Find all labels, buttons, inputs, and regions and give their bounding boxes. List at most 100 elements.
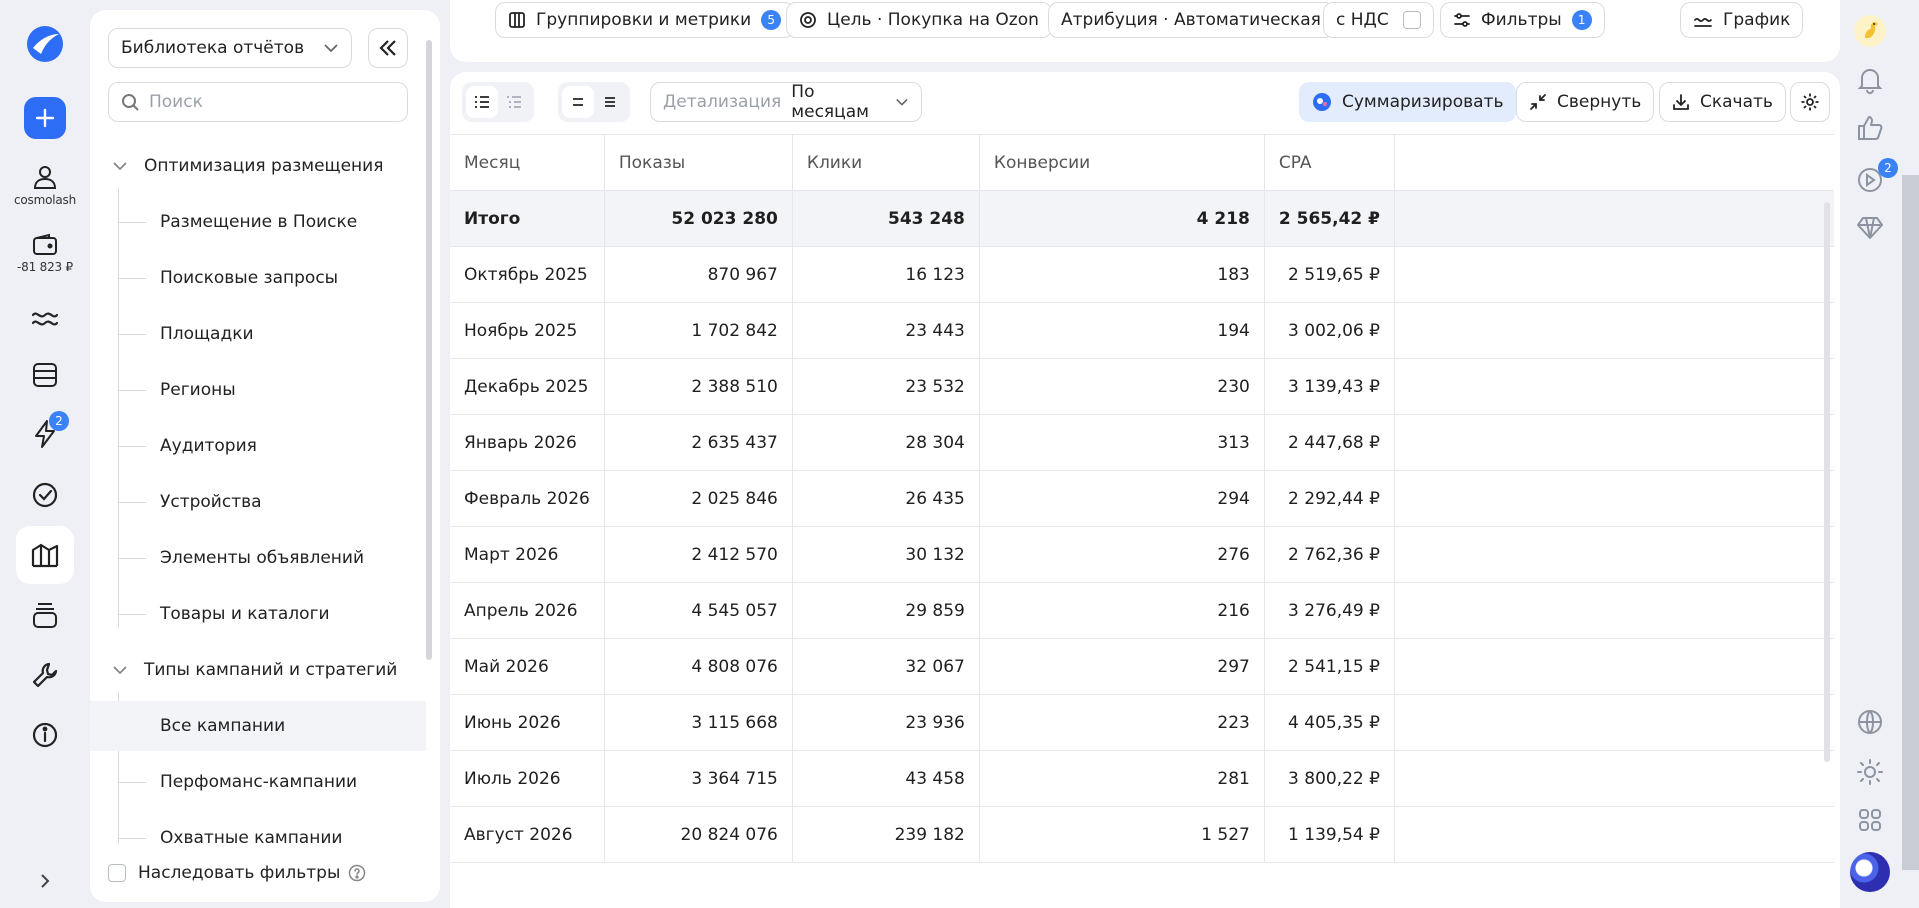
table-row[interactable]: Июнь 2026 3 115 668 23 936 223 4 405,35 ₽ <box>450 694 1835 751</box>
detail-label: Детализация <box>663 92 782 112</box>
apps-button[interactable] <box>1840 808 1900 832</box>
language-button[interactable] <box>1840 708 1900 736</box>
density-normal-button[interactable] <box>594 86 626 118</box>
table-row[interactable]: Июль 2026 3 364 715 43 458 281 3 800,22 ₽ <box>450 750 1835 807</box>
filters-button[interactable]: Фильтры 1 <box>1440 2 1605 38</box>
expand-rail[interactable] <box>0 866 90 896</box>
cell-impressions: 2 025 846 <box>604 470 793 527</box>
report-table-card: Детализация По месяцам Суммаризировать С… <box>450 72 1840 908</box>
nav-tools[interactable] <box>0 658 90 692</box>
vat-toggle[interactable]: с НДС <box>1323 2 1434 38</box>
table-row[interactable]: Январь 2026 2 635 437 28 304 313 2 447,68 ₽ <box>450 414 1835 471</box>
feedback-button[interactable] <box>1840 114 1900 142</box>
summarize-button[interactable]: Суммаризировать <box>1299 82 1517 122</box>
cell-conversions: 183 <box>979 246 1265 303</box>
cell-conversions: 4 218 <box>979 190 1265 247</box>
premium-button[interactable] <box>1840 216 1900 240</box>
nav-library[interactable] <box>0 598 90 632</box>
nav-campaigns[interactable] <box>0 358 90 392</box>
view-mode-toggle <box>462 82 534 122</box>
attribution-button[interactable]: Атрибуция · Автоматическая <box>1048 2 1334 38</box>
plus-icon <box>35 108 55 128</box>
wallet-icon <box>33 233 57 255</box>
tree-item-label: Поисковые запросы <box>160 268 339 288</box>
tree-item-audience[interactable]: Аудитория <box>90 421 426 471</box>
notifications-button[interactable] <box>1840 66 1900 94</box>
cell-impressions: 20 824 076 <box>604 806 793 863</box>
database-icon <box>33 363 57 387</box>
wallet[interactable]: -81 823 ₽ <box>0 228 90 278</box>
density-compact-button[interactable] <box>562 86 594 118</box>
tree-item-search-queries[interactable]: Поисковые запросы <box>90 253 426 303</box>
assistant-button[interactable] <box>1840 852 1900 892</box>
tree-group-label: Типы кампаний и стратегий <box>144 660 398 680</box>
goal-button[interactable]: Цель · Покупка на Ozon <box>786 2 1052 38</box>
table-row[interactable]: Октябрь 2025 870 967 16 123 183 2 519,65 ₽ <box>450 246 1835 303</box>
inherit-filters-checkbox[interactable] <box>108 864 126 882</box>
tree-item-regions[interactable]: Регионы <box>90 365 426 415</box>
table-row[interactable]: Май 2026 4 808 076 32 067 297 2 541,15 ₽ <box>450 638 1835 695</box>
col-header-clicks[interactable]: Клики <box>792 134 980 191</box>
collapse-button[interactable]: Свернуть <box>1516 82 1655 122</box>
col-header-conversions[interactable]: Конверсии <box>979 134 1265 191</box>
table-row[interactable]: Февраль 2026 2 025 846 26 435 294 2 292,44 ₽ <box>450 470 1835 527</box>
col-header-cpa[interactable]: CPA <box>1264 134 1395 191</box>
collapse-panel-button[interactable] <box>368 28 408 68</box>
table-row[interactable]: Август 2026 20 824 076 239 182 1 527 1 139,5… <box>450 806 1835 863</box>
col-header-month[interactable]: Месяц <box>450 134 605 191</box>
logo[interactable] <box>0 22 90 66</box>
nav-statistics[interactable] <box>0 300 90 334</box>
detail-select[interactable]: Детализация По месяцам <box>650 82 922 122</box>
profile[interactable]: cosmolash <box>0 160 90 210</box>
theme-button[interactable] <box>1840 758 1900 786</box>
bell-icon <box>1857 69 1883 94</box>
tree-item-products-catalogs[interactable]: Товары и каталоги <box>90 589 426 639</box>
view-list-button[interactable] <box>466 86 498 118</box>
chart-button[interactable]: График <box>1680 2 1804 38</box>
tree-item-ad-elements[interactable]: Элементы объявлений <box>90 533 426 583</box>
cell-month: Январь 2026 <box>450 414 605 471</box>
page-scrollbar[interactable] <box>1902 175 1919 870</box>
library-select[interactable]: Библиотека отчётов <box>108 28 352 68</box>
tree-item-devices[interactable]: Устройства <box>90 477 426 527</box>
create-button[interactable] <box>0 96 90 140</box>
cell-empty <box>1394 638 1835 695</box>
nav-info[interactable] <box>0 718 90 752</box>
tree-group-campaign-types[interactable]: Типы кампаний и стратегий <box>108 650 397 690</box>
tree-item-sites[interactable]: Площадки <box>90 309 426 359</box>
tree-item-all-campaigns[interactable]: Все кампании <box>90 701 426 751</box>
vat-checkbox[interactable] <box>1402 11 1421 29</box>
groupings-metrics-button[interactable]: Группировки и метрики 5 <box>495 2 795 38</box>
table-row[interactable]: Март 2026 2 412 570 30 132 276 2 762,36 ₽ <box>450 526 1835 583</box>
table-settings-button[interactable] <box>1790 82 1830 122</box>
check-circle-icon <box>32 482 58 508</box>
table-row[interactable]: Декабрь 2025 2 388 510 23 532 230 3 139,43 ₽ <box>450 358 1835 415</box>
double-chevron-left-icon <box>379 40 396 56</box>
col-header-impressions[interactable]: Показы <box>604 134 793 191</box>
nav-automation[interactable]: 2 <box>0 411 90 452</box>
tree-item-label: Все кампании <box>160 716 286 736</box>
tree-item-performance-campaigns[interactable]: Перфоманс-кампании <box>90 757 426 807</box>
help-icon[interactable] <box>348 864 366 882</box>
cell-clicks: 16 123 <box>792 246 980 303</box>
table-row[interactable]: Ноябрь 2025 1 702 842 23 443 194 3 002,06 ₽ <box>450 302 1835 359</box>
globe-icon <box>1858 710 1882 734</box>
table-row[interactable]: Апрель 2026 4 545 057 29 859 216 3 276,49 ₽ <box>450 582 1835 639</box>
diamond-icon <box>1857 217 1883 239</box>
logo-icon <box>27 26 63 62</box>
cell-impressions: 4 808 076 <box>604 638 793 695</box>
table-scrollbar[interactable] <box>1824 202 1830 762</box>
tree-group-placement[interactable]: Оптимизация размещения <box>108 146 383 186</box>
view-tree-button[interactable] <box>498 86 530 118</box>
cell-month: Июнь 2026 <box>450 694 605 751</box>
cell-impressions: 3 115 668 <box>604 694 793 751</box>
tree-item-search-placement[interactable]: Размещение в Поиске <box>90 197 426 247</box>
goose-avatar[interactable] <box>1840 14 1900 48</box>
nav-reports[interactable] <box>16 526 74 584</box>
library-search[interactable]: Поиск <box>108 82 408 122</box>
download-button[interactable]: Скачать <box>1659 82 1786 122</box>
tree-item-label: Перфоманс-кампании <box>160 772 358 792</box>
nav-tasks[interactable] <box>0 478 90 512</box>
video-button[interactable]: 2 <box>1840 158 1900 198</box>
library-scrollbar[interactable] <box>426 40 432 660</box>
